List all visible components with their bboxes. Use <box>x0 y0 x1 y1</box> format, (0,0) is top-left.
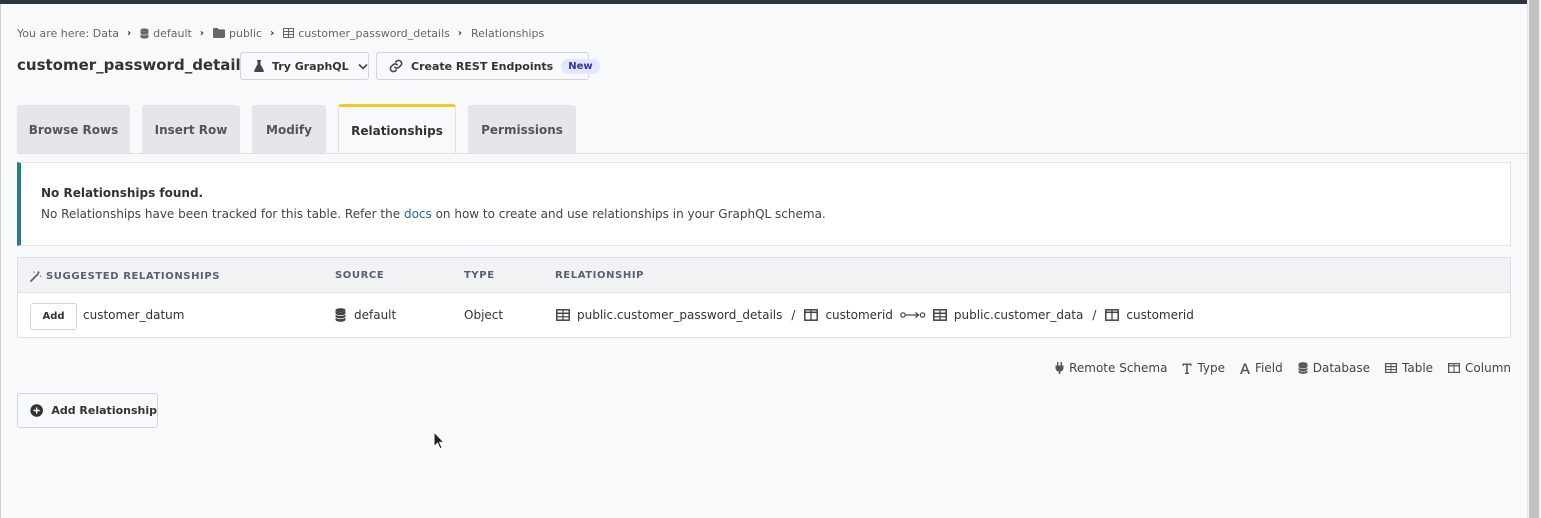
create-rest-endpoints-button[interactable]: Create REST Endpoints New <box>376 52 600 80</box>
from-column-label: customerid <box>825 308 893 322</box>
from-column: customerid <box>804 308 893 322</box>
plus-circle-icon <box>30 404 43 417</box>
tab-modify[interactable]: Modify <box>252 105 326 154</box>
separator-slash: / <box>791 308 796 322</box>
database-icon <box>1297 362 1308 374</box>
magic-wand-icon <box>30 270 42 282</box>
breadcrumb-table[interactable]: customer_password_details <box>283 27 450 40</box>
to-column-label: customerid <box>1126 308 1194 322</box>
table-icon <box>1385 363 1397 373</box>
column-header-suggested: SUGGESTED RELATIONSHIPS <box>30 270 220 282</box>
create-rest-label: Create REST Endpoints <box>411 59 554 73</box>
suggested-relationships-table: SUGGESTED RELATIONSHIPS SOURCE TYPE RELA… <box>17 257 1511 338</box>
legend-database: Database <box>1297 361 1370 375</box>
database-icon <box>140 27 149 39</box>
from-table: public.customer_password_details <box>556 308 782 322</box>
breadcrumb-public[interactable]: public <box>212 26 263 40</box>
separator-slash: / <box>1092 308 1097 322</box>
legend-remote-schema: Remote Schema <box>1055 361 1167 375</box>
breadcrumb: You are here: Data › default › public › … <box>17 26 544 40</box>
to-table: public.customer_data <box>932 308 1084 322</box>
no-relationships-alert: No Relationships found. No Relationships… <box>17 162 1511 246</box>
chevron-right-icon: › <box>199 27 204 39</box>
scrollbar-thumb[interactable] <box>1529 0 1539 518</box>
icon-legend: Remote Schema Type Field Database Table … <box>1040 361 1511 375</box>
column-icon <box>804 309 819 321</box>
relationship-source: default <box>335 308 396 322</box>
column-header-relationship: RELATIONSHIP <box>555 270 645 281</box>
top-bar <box>0 0 1527 4</box>
alert-text-after: on how to create and use relationships i… <box>431 207 826 221</box>
chevron-right-icon: › <box>457 27 463 39</box>
legend-field-label: Field <box>1255 361 1283 375</box>
try-graphql-label: Try GraphQL <box>272 59 349 73</box>
breadcrumb-table-label: customer_password_details <box>298 26 450 40</box>
tabs-divider <box>17 153 1527 154</box>
legend-remote-schema-label: Remote Schema <box>1069 361 1168 375</box>
legend-field: Field <box>1240 361 1283 375</box>
breadcrumb-data[interactable]: Data <box>93 27 119 40</box>
to-table-label: public.customer_data <box>953 308 1084 322</box>
new-badge: New <box>561 58 600 74</box>
relationship-name: customer_datum <box>83 308 185 322</box>
column-icon <box>1105 309 1120 321</box>
table-icon <box>932 309 947 321</box>
column-header-type: TYPE <box>464 270 495 281</box>
relationship-mapping: public.customer_password_details / custo… <box>556 308 1194 322</box>
type-icon <box>1182 363 1192 374</box>
legend-table: Table <box>1385 361 1433 375</box>
tab-relationships[interactable]: Relationships <box>338 104 456 154</box>
add-relationship-button[interactable]: Add Relationship <box>17 393 158 428</box>
breadcrumb-default[interactable]: default <box>140 27 192 40</box>
legend-column: Column <box>1448 361 1511 375</box>
legend-database-label: Database <box>1312 361 1370 375</box>
table-icon <box>556 309 570 321</box>
flask-icon <box>254 60 264 72</box>
table-header: SUGGESTED RELATIONSHIPS SOURCE TYPE RELA… <box>18 258 1510 293</box>
column-header-source: SOURCE <box>335 270 385 281</box>
breadcrumb-default-label: default <box>153 26 192 40</box>
legend-type: Type <box>1182 361 1225 375</box>
page-title: customer_password_details <box>17 56 250 74</box>
tab-browse-rows[interactable]: Browse Rows <box>17 105 130 154</box>
link-icon <box>389 59 403 73</box>
alert-text: No Relationships have been tracked for t… <box>41 207 826 221</box>
breadcrumb-prefix: You are here: <box>17 26 90 40</box>
table-icon <box>283 28 295 38</box>
add-suggested-relationship-button[interactable]: Add <box>30 303 77 330</box>
chevron-right-icon: › <box>270 27 275 39</box>
folder-icon <box>212 28 225 38</box>
left-border <box>0 4 1 518</box>
relationship-type: Object <box>464 308 504 322</box>
field-icon <box>1240 363 1251 374</box>
legend-table-label: Table <box>1402 361 1434 375</box>
from-table-label: public.customer_password_details <box>577 308 783 322</box>
tab-insert-row[interactable]: Insert Row <box>142 105 240 154</box>
plug-icon <box>1055 362 1064 374</box>
chevron-down-icon <box>358 63 368 70</box>
relationship-arrow-icon <box>900 311 926 319</box>
alert-title: No Relationships found. <box>41 186 204 200</box>
to-column: customerid <box>1105 308 1194 322</box>
docs-link[interactable]: docs <box>404 207 432 221</box>
breadcrumb-public-label: public <box>228 26 263 40</box>
tab-permissions[interactable]: Permissions <box>468 105 576 154</box>
try-graphql-button[interactable]: Try GraphQL <box>240 52 369 80</box>
alert-text-before: No Relationships have been tracked for t… <box>41 207 404 221</box>
add-relationship-label: Add Relationship <box>51 404 157 417</box>
legend-column-label: Column <box>1465 361 1511 375</box>
database-icon <box>335 308 346 322</box>
legend-type-label: Type <box>1197 361 1226 375</box>
chevron-right-icon: › <box>127 27 132 39</box>
relationship-source-label: default <box>354 308 397 322</box>
breadcrumb-current: Relationships <box>471 26 545 40</box>
column-header-suggested-label: SUGGESTED RELATIONSHIPS <box>46 270 221 282</box>
column-icon <box>1448 363 1461 373</box>
mouse-cursor-icon <box>433 431 445 450</box>
